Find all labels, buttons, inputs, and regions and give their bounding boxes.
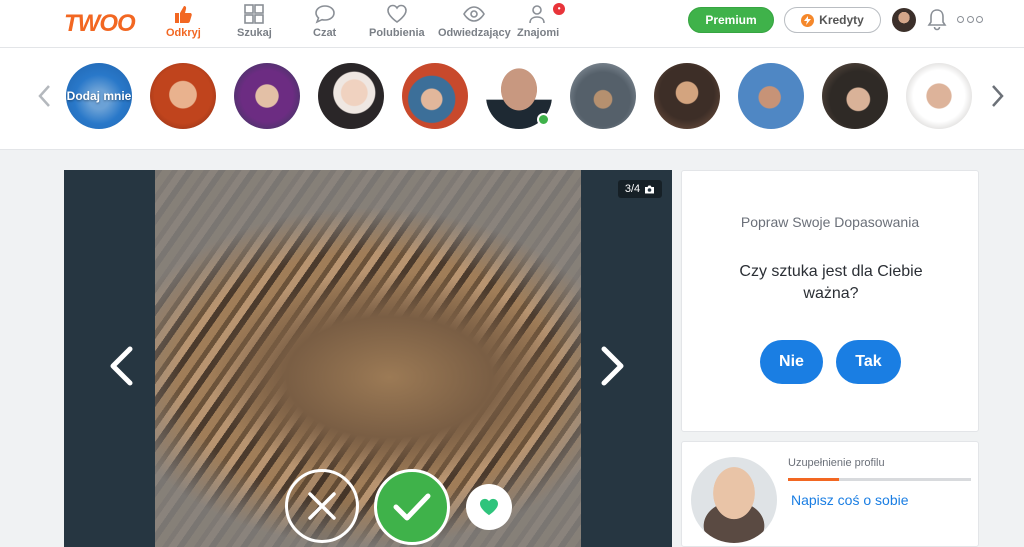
nav-szukaj[interactable]: Szukaj [237, 4, 272, 44]
close-icon [308, 492, 336, 520]
answer-yes-button[interactable]: Tak [836, 340, 901, 384]
eye-icon [463, 6, 486, 22]
credits-button[interactable]: Kredyty [784, 7, 881, 33]
bell-icon[interactable] [926, 7, 948, 31]
profile-completion-progress-bar [788, 478, 971, 481]
nav-label: Polubienia [369, 27, 425, 39]
story-avatar[interactable] [234, 63, 300, 129]
photo-counter: 3/4 [618, 180, 662, 198]
story-avatar[interactable] [738, 63, 804, 129]
profile-completion-card: Uzupełnienie profilu Napisz coś o sobie [681, 441, 979, 547]
favorite-button[interactable] [466, 484, 512, 530]
profile-photo[interactable] [155, 170, 581, 547]
dislike-button[interactable] [285, 469, 359, 543]
like-button[interactable] [374, 469, 450, 545]
photo-counter-text: 3/4 [624, 183, 641, 195]
nav-label: Odwiedzający [438, 27, 511, 39]
match-question-card: Popraw Swoje Dopasowania Czy sztuka jest… [681, 170, 979, 432]
profile-photo-viewer [64, 170, 672, 547]
story-avatar[interactable] [570, 63, 636, 129]
more-options-icon[interactable] [957, 13, 983, 25]
story-avatar[interactable] [822, 63, 888, 129]
nav-czat[interactable]: Czat [313, 4, 336, 44]
add-me-story[interactable]: Dodaj mnie [66, 63, 132, 129]
progress-fill [788, 478, 840, 481]
story-avatar[interactable] [654, 63, 720, 129]
previous-photo-arrow-icon[interactable] [106, 346, 136, 386]
nav-znajomi[interactable]: • Znajomi [517, 3, 566, 44]
chevron-right-icon[interactable] [988, 83, 1006, 109]
next-photo-arrow-icon[interactable] [598, 346, 628, 386]
user-avatar[interactable] [892, 8, 916, 32]
heart-icon [387, 4, 407, 23]
nav-label: Odkryj [166, 27, 201, 39]
chat-bubble-icon [314, 5, 335, 24]
story-avatar[interactable] [906, 63, 972, 129]
credits-label: Kredyty [819, 13, 864, 27]
notification-badge: • [553, 3, 566, 15]
coin-icon [801, 13, 815, 27]
answer-no-button[interactable]: Nie [760, 340, 823, 384]
checkmark-icon [393, 493, 431, 521]
twoo-logo[interactable]: TWOO [64, 10, 136, 38]
add-me-label: Dodaj mnie [66, 89, 132, 103]
grid-icon [244, 4, 265, 24]
camera-icon [645, 185, 655, 193]
nav-label: Czat [313, 27, 337, 39]
write-about-yourself-link[interactable]: Napisz coś o sobie [791, 492, 909, 508]
stories-strip: Dodaj mnie [0, 48, 1024, 150]
premium-button[interactable]: Premium [688, 7, 774, 33]
profile-avatar[interactable] [691, 457, 777, 543]
question-card-title: Popraw Swoje Dopasowania [740, 214, 920, 230]
nav-label: Szukaj [237, 27, 272, 39]
chevron-left-icon[interactable] [36, 83, 54, 109]
heart-icon [480, 498, 498, 516]
story-avatar[interactable] [402, 63, 468, 129]
profile-completion-label: Uzupełnienie profilu [788, 457, 885, 469]
nav-polubienia[interactable]: Polubienia [369, 4, 425, 44]
question-text: Czy sztuka jest dla Ciebie ważna? [739, 263, 923, 302]
story-avatar[interactable] [150, 63, 216, 129]
story-avatar[interactable] [318, 63, 384, 129]
nav-odkryj[interactable]: Odkryj [166, 4, 201, 44]
online-status-dot [537, 113, 550, 126]
person-icon [529, 5, 545, 24]
nav-odwiedzajacy[interactable]: Odwiedzający [438, 4, 511, 44]
thumbs-up-icon [175, 6, 193, 23]
nav-label: Znajomi [517, 27, 560, 39]
top-navigation-bar: TWOO Odkryj Szukaj Czat Polubienia Odwie… [0, 0, 1024, 48]
